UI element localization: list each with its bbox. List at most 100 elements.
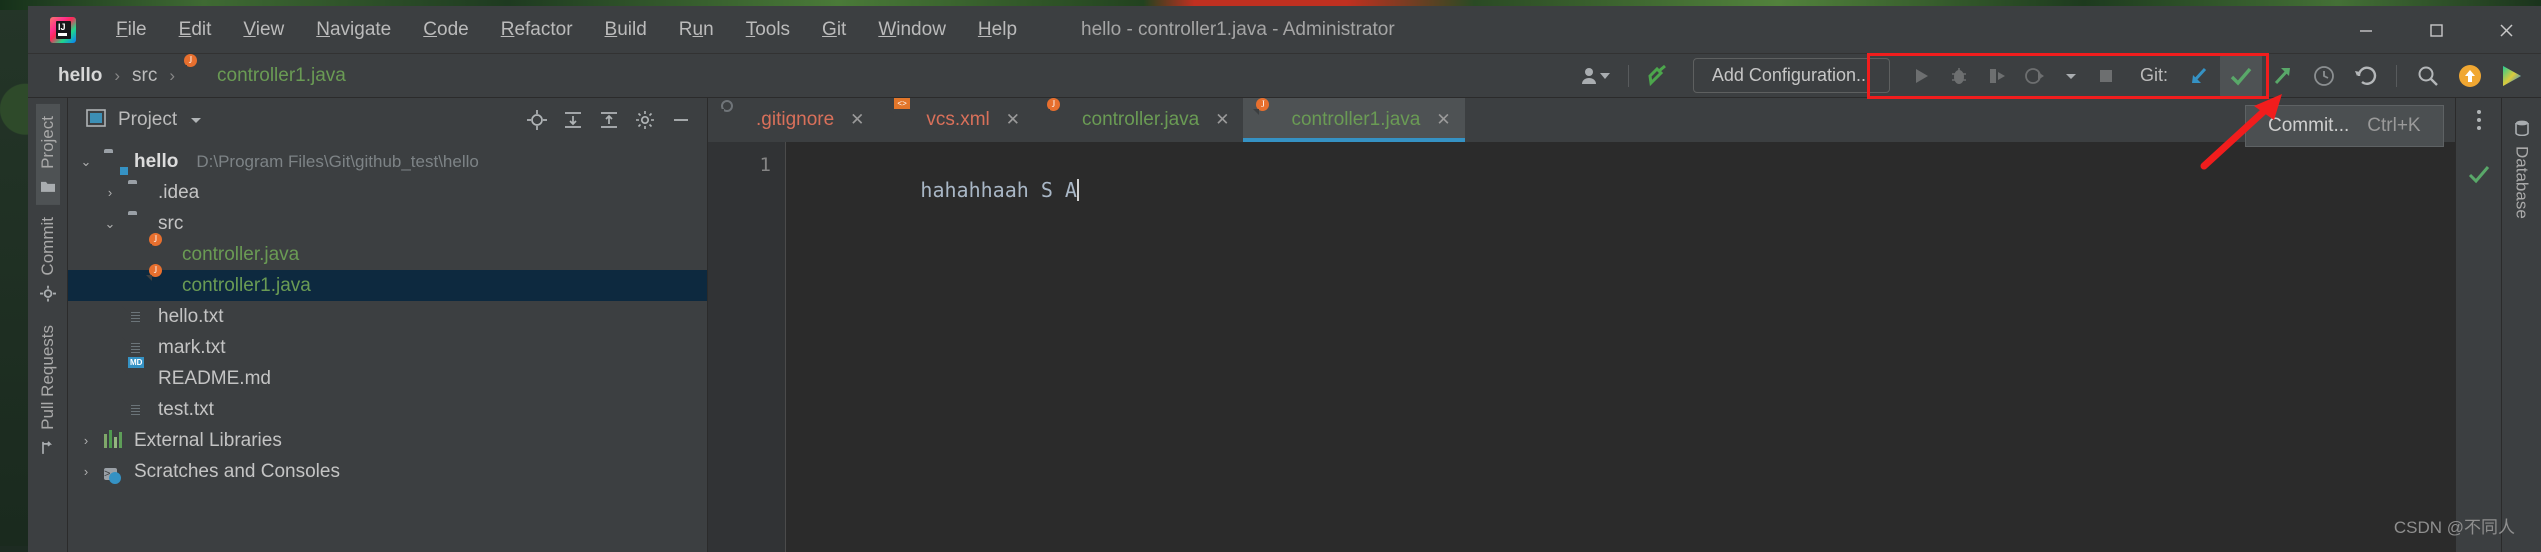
menu-edit[interactable]: Edit	[163, 15, 228, 45]
navigation-bar: hello › src › J controller1.java Add Con…	[28, 53, 2541, 99]
git-history-icon[interactable]	[2304, 54, 2344, 98]
tree-node-external-libraries[interactable]: › External Libraries	[68, 425, 707, 456]
pull-request-icon	[40, 440, 56, 456]
tab-label: vcs.xml	[926, 109, 990, 130]
menu-navigate[interactable]: Navigate	[300, 15, 407, 45]
build-hammer-icon[interactable]	[1639, 54, 1681, 98]
tab-label: controller.java	[1082, 109, 1200, 130]
sidebar-label-database: Database	[2512, 146, 2532, 219]
chevron-right-icon[interactable]: ›	[76, 433, 96, 448]
search-everywhere-icon[interactable]	[2407, 54, 2449, 98]
tree-node-readme-md[interactable]: MD README.md	[68, 356, 707, 394]
tab-label: .gitignore	[756, 109, 835, 130]
tree-node-controller-java[interactable]: J controller.java	[68, 232, 707, 270]
notification-icon[interactable]	[2449, 54, 2491, 98]
java-file-icon: J	[149, 263, 174, 297]
sidebar-label-pull-requests: Pull Requests	[37, 325, 57, 431]
editor-tab-vcs-xml[interactable]: <> vcs.xml ✕	[878, 98, 1034, 142]
folder-icon	[128, 213, 150, 235]
breadcrumb-src[interactable]: src	[126, 63, 163, 89]
menu-tools[interactable]: Tools	[730, 15, 806, 45]
tree-node-idea[interactable]: › .idea	[68, 177, 707, 208]
tab-close-icon[interactable]: ✕	[1436, 110, 1450, 130]
user-settings-icon[interactable]	[1572, 54, 1618, 98]
editor-tab-gitignore[interactable]: .gitignore ✕	[708, 98, 878, 142]
gitignore-file-icon	[721, 100, 746, 131]
tree-label: Scratches and Consoles	[134, 460, 340, 482]
chevron-right-icon[interactable]: ›	[76, 464, 96, 479]
editor-tab-controller-java[interactable]: J controller.java ✕	[1034, 98, 1243, 142]
chevron-right-icon[interactable]: ›	[100, 185, 120, 200]
tree-node-hello-txt[interactable]: hello.txt	[68, 301, 707, 332]
close-button[interactable]	[2471, 6, 2541, 54]
menu-code[interactable]: Code	[407, 15, 484, 45]
watermark: CSDN @不同人	[2393, 518, 2515, 537]
tree-label: README.md	[158, 367, 271, 389]
collapse-all-icon[interactable]	[599, 110, 619, 130]
project-tool-window: Project ⌄ hello D:\Program Files\Git\git…	[68, 98, 708, 552]
project-tree: ⌄ hello D:\Program Files\Git\github_test…	[68, 142, 707, 487]
ide-play-icon[interactable]	[2491, 54, 2533, 98]
settings-gear-icon[interactable]	[635, 110, 655, 130]
tree-node-controller1-java[interactable]: J controller1.java	[68, 263, 707, 301]
code-content[interactable]: hahahhaah S A	[786, 142, 2455, 552]
tab-close-icon[interactable]: ✕	[1006, 110, 1020, 130]
tree-node-mark-txt[interactable]: mark.txt	[68, 332, 707, 363]
tab-close-icon[interactable]: ✕	[850, 110, 864, 130]
tree-node-hello[interactable]: ⌄ hello D:\Program Files\Git\github_test…	[68, 146, 707, 177]
tree-label: test.txt	[158, 398, 214, 420]
tree-label: hello.txt	[158, 305, 224, 327]
editor-tab-controller1-java[interactable]: J controller1.java ✕	[1243, 98, 1465, 142]
breadcrumb-hello[interactable]: hello	[52, 63, 108, 89]
breadcrumb-separator: ›	[114, 65, 121, 85]
folder-icon	[128, 182, 150, 204]
sidebar-item-commit[interactable]: Commit	[36, 205, 60, 314]
line-number: 1	[759, 154, 771, 176]
markdown-file-icon: MD	[128, 356, 145, 368]
minimize-button[interactable]	[2331, 6, 2401, 54]
tree-node-scratches-and-consoles[interactable]: › >_ Scratches and Consoles	[68, 456, 707, 487]
window-controls	[2331, 6, 2541, 54]
tree-node-test-txt[interactable]: test.txt	[68, 394, 707, 425]
breadcrumb-file[interactable]: J controller1.java	[181, 53, 352, 89]
commit-icon	[39, 285, 56, 302]
more-options-icon[interactable]	[2469, 108, 2489, 134]
database-icon	[2514, 120, 2529, 136]
right-tool-rail: Database	[2501, 98, 2541, 552]
menu-help[interactable]: Help	[962, 15, 1033, 45]
chevron-down-icon[interactable]: ⌄	[76, 154, 96, 170]
sidebar-item-pull-requests[interactable]: Pull Requests	[36, 313, 60, 468]
menu-run[interactable]: Run	[663, 15, 730, 45]
toolbar-divider	[1627, 64, 1629, 87]
menu-git[interactable]: Git	[806, 15, 862, 45]
ide-body: Project Commit Pull Requests Project ⌄ h…	[28, 98, 2541, 552]
maximize-button[interactable]	[2401, 6, 2471, 54]
chevron-down-icon[interactable]	[187, 111, 205, 129]
locate-icon[interactable]	[527, 110, 547, 130]
inspection-ok-icon[interactable]	[2466, 162, 2492, 186]
scratches-icon: >_	[104, 461, 126, 484]
tab-close-icon[interactable]: ✕	[1215, 110, 1229, 130]
tree-node-src[interactable]: ⌄ src	[68, 208, 707, 239]
git-rollback-icon[interactable]	[2344, 54, 2386, 98]
menu-view[interactable]: View	[227, 15, 300, 45]
project-tool-window-header: Project	[68, 98, 707, 142]
sidebar-item-database[interactable]: Database	[2510, 108, 2534, 231]
tab-label: controller1.java	[1291, 109, 1421, 130]
hide-icon[interactable]	[671, 110, 691, 130]
tree-label: src	[158, 212, 184, 234]
menu-window[interactable]: Window	[862, 15, 962, 45]
project-tool-window-actions	[527, 110, 697, 130]
chevron-down-icon[interactable]: ⌄	[100, 216, 120, 232]
menu-build[interactable]: Build	[589, 15, 663, 45]
expand-all-icon[interactable]	[563, 110, 583, 130]
left-tool-rail: Project Commit Pull Requests	[28, 98, 68, 552]
add-configuration-button[interactable]: Add Configuration...	[1692, 58, 1890, 93]
tree-label: .idea	[158, 181, 200, 203]
menu-refactor[interactable]: Refactor	[485, 15, 589, 45]
external-libraries-icon	[104, 429, 126, 452]
menu-file[interactable]: File	[100, 15, 163, 45]
sidebar-item-project[interactable]: Project	[35, 104, 60, 205]
java-file-icon: J	[184, 53, 209, 87]
code-editor[interactable]: 1 hahahhaah S A	[708, 142, 2455, 552]
